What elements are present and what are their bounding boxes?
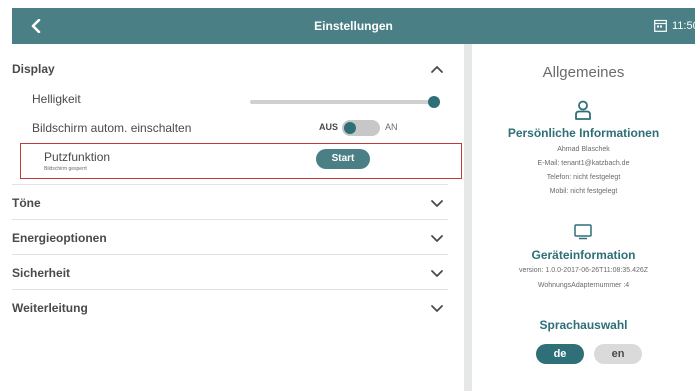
language-en-button[interactable]: en [594, 344, 642, 364]
chevron-down-icon [431, 200, 443, 207]
chevron-down-icon [431, 305, 443, 312]
clock: 11:50 [672, 20, 695, 32]
section-energy[interactable]: Energieoptionen [12, 223, 448, 253]
top-bar: Einstellungen 11:50 [12, 8, 695, 44]
toggle-off-label: AUS [319, 122, 339, 132]
brightness-label: Helligkeit [32, 92, 81, 106]
divider [12, 219, 448, 220]
chevron-down-icon [431, 270, 443, 277]
personal-email: E-Mail: tenant1@katzbach.de [537, 160, 630, 167]
personal-mobile: Mobil: nicht festgelegt [549, 188, 618, 195]
divider [12, 289, 448, 290]
chevron-left-icon [31, 19, 41, 33]
divider [12, 254, 448, 255]
page-title: Einstellungen [314, 19, 393, 33]
auto-on-label: Bildschirm autom. einschalten [32, 121, 192, 135]
brightness-slider-thumb[interactable] [428, 96, 440, 108]
section-security[interactable]: Sicherheit [12, 258, 448, 288]
calendar-icon[interactable] [654, 19, 667, 32]
section-forwarding[interactable]: Weiterleitung [12, 293, 448, 323]
section-energy-title: Energieoptionen [12, 231, 107, 245]
language-de-button[interactable]: de [536, 344, 584, 364]
brightness-slider[interactable] [250, 96, 440, 108]
chevron-up-icon [431, 66, 443, 73]
personal-name: Ahmad Blaschek [557, 146, 610, 153]
person-icon [575, 100, 591, 120]
section-tone-title: Töne [12, 196, 41, 210]
brightness-slider-track [250, 100, 440, 104]
chevron-down-icon [431, 235, 443, 242]
panel-divider [464, 44, 472, 391]
device-info-title: Geräteinformation [531, 248, 636, 262]
section-forwarding-title: Weiterleitung [12, 301, 88, 315]
divider [12, 184, 448, 185]
auto-on-toggle[interactable] [342, 120, 380, 136]
toggle-on-label: AN [385, 122, 398, 132]
personal-info-title: Persönliche Informationen [507, 126, 660, 140]
cleaning-sublabel: Bildschirm gesperrt [44, 166, 87, 172]
back-button[interactable] [24, 14, 48, 38]
info-panel: Allgemeines Persönliche Informationen Ah… [472, 44, 695, 391]
device-version: version: 1.0.0-2017-06-26T11:08:35.426Z [518, 267, 649, 274]
section-security-title: Sicherheit [12, 266, 71, 280]
cleaning-label: Putzfunktion [44, 150, 111, 164]
device-icon [574, 224, 592, 240]
cleaning-start-button[interactable]: Start [316, 149, 370, 169]
section-display[interactable]: Display [12, 54, 448, 84]
info-heading: Allgemeines [542, 64, 625, 81]
section-tone[interactable]: Töne [12, 188, 448, 218]
language-title: Sprachauswahl [539, 318, 628, 332]
section-display-title: Display [12, 62, 55, 76]
personal-phone: Telefon: nicht festgelegt [546, 174, 621, 181]
device-adapter: WohnungsAdapternummer :4 [537, 282, 630, 289]
toggle-knob [344, 122, 356, 134]
